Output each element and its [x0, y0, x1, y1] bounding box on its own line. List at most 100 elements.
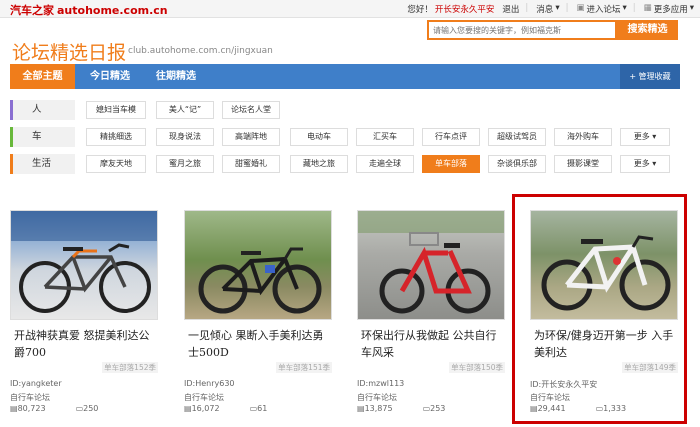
bike-image — [198, 247, 322, 314]
enter-forum-link[interactable]: 进入论坛 — [587, 3, 621, 15]
category-row-people: 人 媳妇当车模 美人“记” 论坛名人堂 — [10, 100, 680, 122]
search-button[interactable]: 搜索精选 — [617, 20, 678, 40]
tag-item[interactable]: 超级试驾员 — [488, 128, 546, 146]
tag-item[interactable]: 摩友天地 — [86, 155, 146, 173]
divider: | — [565, 3, 569, 13]
post-title[interactable]: 开战神获真爱 怒提美利达公爵700 — [14, 327, 158, 361]
tag-item[interactable]: 甜蜜婚礼 — [222, 155, 280, 173]
top-bar: 汽车之家 autohome.com.cn 您好！ 开长安永久平安 退出 | 消息 … — [0, 0, 700, 18]
post-forum[interactable]: 自行车论坛 — [357, 392, 397, 403]
tag-item[interactable]: 电动车 — [290, 128, 348, 146]
post-source: 单车部落150季 — [449, 362, 505, 373]
views-count: 13,875 — [364, 404, 393, 413]
post-source: 单车部落151季 — [276, 362, 332, 373]
post-forum[interactable]: 自行车论坛 — [10, 392, 50, 403]
tag-item[interactable]: 高端阵地 — [222, 128, 280, 146]
replies-icon: ▭ — [75, 404, 84, 413]
views-count: 16,072 — [191, 404, 220, 413]
logo-text: 汽车之家 — [10, 4, 54, 17]
more-tags-button[interactable]: 更多 ▾ — [620, 128, 670, 146]
post-stats: ▤ 13,875 ▭ 253 — [357, 404, 445, 413]
category-label[interactable]: 生活 — [10, 154, 75, 174]
post-card[interactable]: 环保出行从我做起 公共自行车风采 单车部落150季 ID:mzwl113 自行车… — [357, 210, 505, 413]
logo-domain: autohome.com.cn — [57, 4, 168, 17]
post-author[interactable]: ID:Henry630 — [184, 379, 235, 388]
logout-link[interactable]: 退出 — [502, 3, 519, 15]
views-icon: ▤ — [184, 404, 192, 413]
tab-today[interactable]: 今日精选 — [78, 64, 142, 89]
page-url: club.autohome.com.cn/jingxuan — [128, 46, 273, 56]
tag-item[interactable]: 藏地之旅 — [290, 155, 348, 173]
tab-past[interactable]: 往期精选 — [144, 64, 208, 89]
post-author[interactable]: ID:mzwl113 — [357, 379, 404, 388]
messages-menu[interactable]: 消息 — [536, 3, 553, 15]
tag-item[interactable]: 杂谈俱乐部 — [488, 155, 546, 173]
post-title[interactable]: 一见倾心 果断入手美利达勇士500D — [188, 327, 332, 361]
greeting: 您好！ — [407, 5, 433, 15]
highlight-box — [512, 194, 687, 424]
tag-item[interactable]: 美人“记” — [156, 101, 214, 119]
chevron-down-icon: ▾ — [555, 3, 560, 13]
tag-item[interactable]: 汇买车 — [356, 128, 414, 146]
post-image[interactable] — [10, 210, 158, 320]
category-color-bar — [10, 154, 13, 174]
post-image[interactable] — [357, 210, 505, 320]
site-logo[interactable]: 汽车之家 autohome.com.cn — [10, 2, 168, 18]
post-title[interactable]: 环保出行从我做起 公共自行车风采 — [361, 327, 505, 361]
plus-icon: + — [629, 72, 639, 81]
chevron-down-icon: ▾ — [689, 3, 694, 13]
tag-item[interactable]: 走遍全球 — [356, 155, 414, 173]
replies-count: 250 — [83, 404, 99, 413]
tag-item[interactable]: 海外购车 — [554, 128, 612, 146]
post-stats: ▤ 80,723 ▭ 250 — [10, 404, 98, 413]
category-label[interactable]: 车 — [10, 127, 75, 147]
views-icon: ▤ — [10, 404, 18, 413]
caret-down-icon: ▾ — [649, 132, 657, 141]
category-row-car: 车 精挑细选 现身说法 高端阵地 电动车 汇买车 行车点评 超级试驾员 海外购车… — [10, 127, 680, 149]
post-card[interactable]: 开战神获真爱 怒提美利达公爵700 单车部落152季 ID:yangketer … — [10, 210, 158, 413]
bike-image — [11, 211, 157, 313]
tag-item[interactable]: 蜜月之旅 — [156, 155, 214, 173]
category-color-bar — [10, 127, 13, 147]
tab-all-topics[interactable]: 全部主题 — [10, 64, 75, 89]
more-tags-button[interactable]: 更多 ▾ — [620, 155, 670, 173]
category-label-text: 车 — [32, 131, 42, 142]
search-box — [427, 20, 617, 40]
post-author[interactable]: ID:yangketer — [10, 379, 62, 388]
tag-item[interactable]: 媳妇当车模 — [86, 101, 146, 119]
top-nav: 您好！ 开长安永久平安 退出 | 消息 ▾ | ▣ 进入论坛 ▾ | ▦ 更多应… — [399, 3, 694, 15]
post-image[interactable] — [184, 210, 332, 320]
bike-image — [358, 211, 504, 314]
post-forum[interactable]: 自行车论坛 — [184, 392, 224, 403]
tag-item[interactable]: 精挑细选 — [86, 128, 146, 146]
user-link[interactable]: 开长安永久平安 — [435, 3, 495, 15]
forum-icon: ▣ — [576, 3, 585, 13]
manage-favorites-button[interactable]: + 管理收藏 — [620, 64, 680, 89]
more-label: 更多 — [633, 159, 650, 168]
views-icon: ▤ — [357, 404, 365, 413]
page-title: 论坛精选日报 — [12, 42, 127, 64]
manage-label: 管理收藏 — [638, 72, 671, 81]
post-stats: ▤ 16,072 ▭ 61 — [184, 404, 267, 413]
divider: | — [632, 3, 636, 13]
post-source: 单车部落152季 — [102, 362, 158, 373]
tag-item-selected[interactable]: 单车部落 — [422, 155, 480, 173]
grid-icon: ▦ — [643, 3, 652, 13]
tag-item[interactable]: 论坛名人堂 — [222, 101, 280, 119]
category-color-bar — [10, 100, 13, 120]
chevron-down-icon: ▾ — [622, 3, 627, 13]
replies-icon: ▭ — [249, 404, 258, 413]
replies-count: 253 — [430, 404, 446, 413]
category-label[interactable]: 人 — [10, 100, 75, 120]
search-input[interactable] — [429, 22, 615, 38]
category-label-text: 人 — [32, 104, 42, 115]
post-card[interactable]: 一见倾心 果断入手美利达勇士500D 单车部落151季 ID:Henry630 … — [184, 210, 332, 413]
more-apps-menu[interactable]: 更多应用 — [654, 3, 688, 15]
tag-item[interactable]: 现身说法 — [156, 128, 214, 146]
tag-item[interactable]: 摄影课堂 — [554, 155, 612, 173]
replies-count: 61 — [257, 404, 268, 413]
divider: | — [525, 3, 529, 13]
category-label-text: 生活 — [32, 158, 52, 169]
more-label: 更多 — [633, 132, 650, 141]
tag-item[interactable]: 行车点评 — [422, 128, 480, 146]
